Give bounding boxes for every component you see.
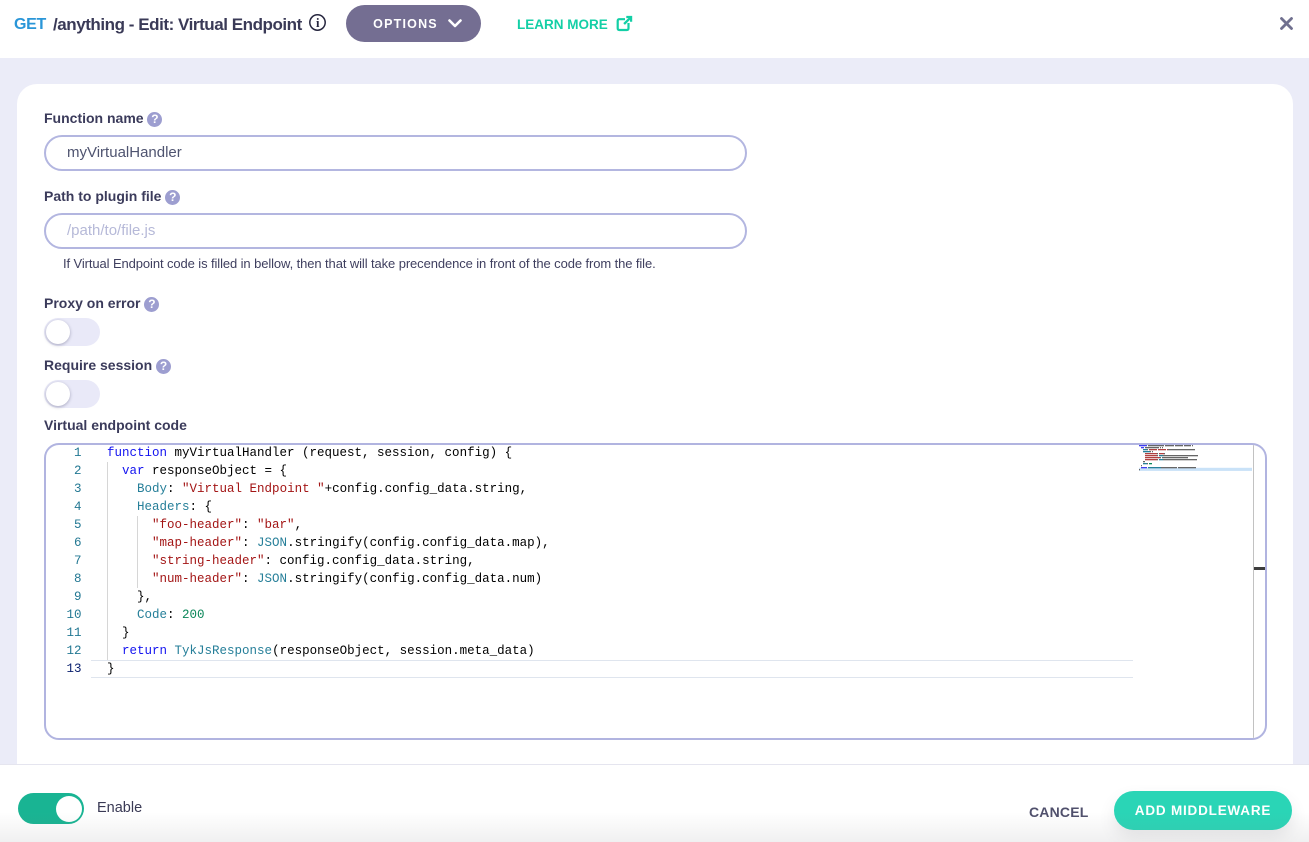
svg-text:i: i [316, 16, 320, 30]
